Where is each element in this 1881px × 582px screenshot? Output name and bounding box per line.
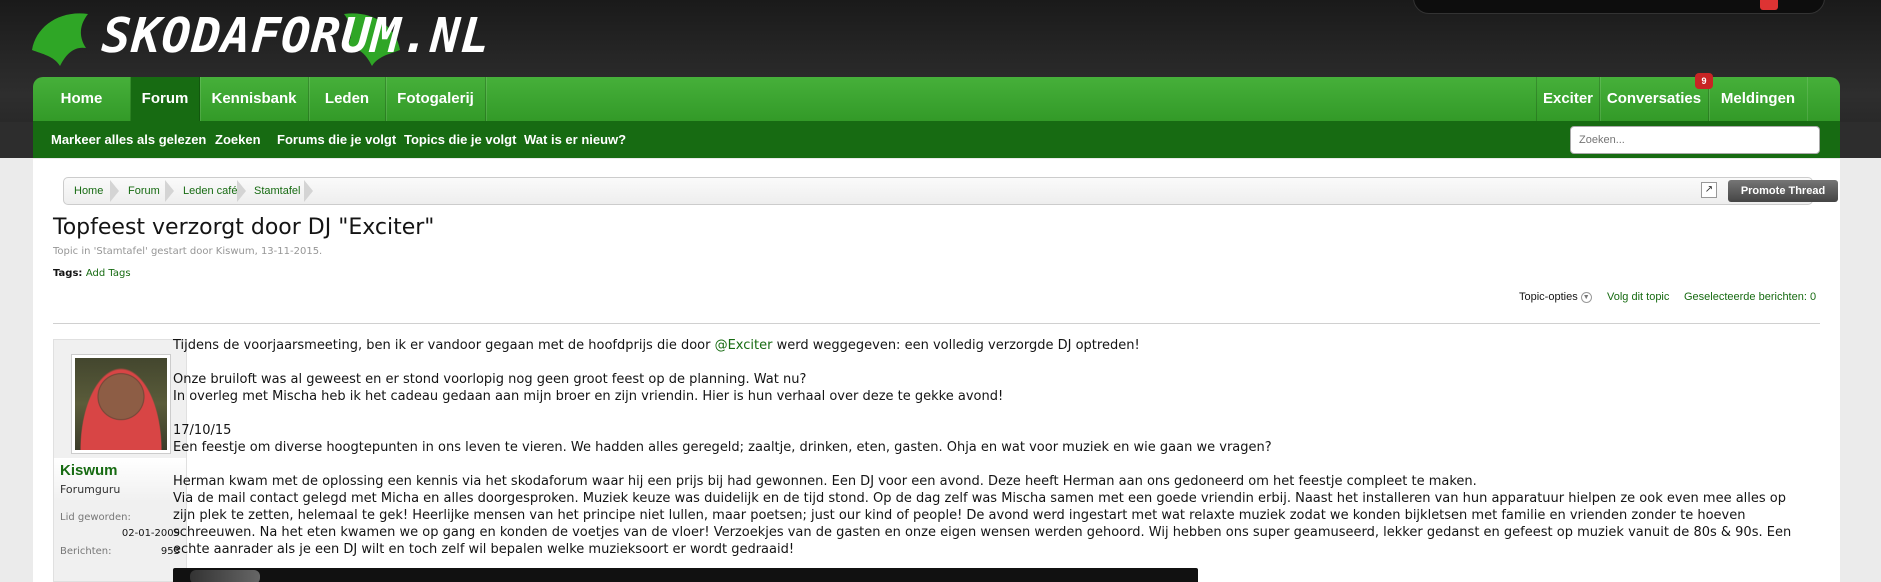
tab-exciter[interactable]: Exciter	[1536, 77, 1600, 121]
promote-thread-button[interactable]: Promote Thread	[1728, 180, 1838, 202]
thread-meta: Topic in 'Stamtafel' gestart door Kiswum…	[53, 246, 323, 257]
text: Tijdens de voorjaarsmeeting, ben ik er v…	[173, 338, 715, 353]
chevron-down-icon: ▼	[1580, 291, 1592, 303]
avatar[interactable]	[71, 354, 171, 454]
tab-forum[interactable]: Forum	[131, 77, 200, 121]
text: werd weggegeven: een volledig verzorgde …	[772, 338, 1140, 353]
message-body: Tijdens de voorjaarsmeeting, ben ik er v…	[173, 337, 1793, 575]
add-tags-link[interactable]: Add Tags	[86, 268, 131, 279]
paragraph: Onze bruiloft was al geweest en er stond…	[173, 371, 1793, 405]
breadcrumb-leden-cafe[interactable]: Leden café	[183, 178, 237, 204]
joined-label: Lid geworden:	[60, 512, 131, 523]
conversations-badge: 9	[1695, 73, 1713, 89]
tab-leden[interactable]: Leden	[309, 77, 386, 121]
main-navigation: Home Forum Kennisbank Leden Fotogalerij …	[33, 73, 1840, 159]
selected-posts-link[interactable]: Geselecteerde berichten: 0	[1684, 287, 1816, 307]
breadcrumb-separator-icon	[110, 178, 122, 204]
text: Herman kwam met de oplossing een kennis …	[173, 474, 1477, 489]
logo-text: SKODAFORUM.NL	[100, 8, 493, 64]
tags-label: Tags:	[53, 268, 83, 279]
topic-options-label: Topic-opties	[1519, 291, 1578, 303]
text: 17/10/15	[173, 423, 232, 438]
embedded-image-highlight	[190, 570, 260, 582]
breadcrumb-stamtafel[interactable]: Stamtafel	[254, 178, 300, 204]
thread-title: Topfeest verzorgt door DJ "Exciter"	[53, 215, 435, 240]
text: Via de mail contact gelegd met Micha en …	[173, 491, 1792, 557]
followed-topics-link[interactable]: Topics die je volgt	[404, 121, 516, 158]
divider	[53, 323, 1820, 324]
breadcrumb-separator-icon	[237, 178, 249, 204]
avatar-image	[75, 358, 167, 450]
whats-new-link[interactable]: Wat is er nieuw?	[524, 121, 626, 158]
search-link[interactable]: Zoeken	[215, 121, 261, 158]
topic-options-button[interactable]: Topic-opties ▼	[1519, 287, 1592, 307]
followed-forums-link[interactable]: Forums die je volgt	[277, 121, 396, 158]
sub-navigation: Markeer alles als gelezen Zoeken Forums …	[33, 121, 1840, 158]
text: Onze bruiloft was al geweest en er stond…	[173, 372, 807, 387]
breadcrumb-forum[interactable]: Forum	[128, 178, 160, 204]
joined-value: 02-01-2009	[121, 528, 180, 539]
user-mention-link[interactable]: @Exciter	[715, 338, 773, 353]
mark-all-read-link[interactable]: Markeer alles als gelezen	[51, 121, 206, 158]
text: In overleg met Mischa heb ik het cadeau …	[173, 389, 1004, 404]
posts-label: Berichten:	[60, 546, 112, 557]
username[interactable]: Kiswum	[60, 462, 118, 479]
breadcrumb: Home Forum Leden café Stamtafel ↗ Promot…	[63, 177, 1838, 205]
tags-row: Tags: Add Tags	[53, 268, 131, 279]
follow-topic-link[interactable]: Volg dit topic	[1607, 287, 1669, 307]
breadcrumb-separator-icon	[304, 178, 316, 204]
paragraph: 17/10/15 Een feestje om diverse hoogtepun…	[173, 422, 1793, 456]
alert-icon[interactable]	[1760, 0, 1778, 10]
search-input[interactable]	[1570, 126, 1820, 154]
tab-home[interactable]: Home	[33, 77, 131, 121]
breadcrumb-home[interactable]: Home	[74, 178, 103, 204]
tab-fotogalerij[interactable]: Fotogalerij	[386, 77, 486, 121]
nav-tabs: Home Forum Kennisbank Leden Fotogalerij …	[33, 73, 1840, 121]
message-user-info: Kiswum Forumguru Lid geworden: 02-01-200…	[53, 339, 187, 582]
paragraph: Tijdens de voorjaarsmeeting, ben ik er v…	[173, 337, 1793, 354]
tab-conversaties[interactable]: Conversaties	[1600, 77, 1709, 121]
text: Een feestje om diverse hoogtepunten in o…	[173, 440, 1272, 455]
tab-kennisbank[interactable]: Kennisbank	[200, 77, 309, 121]
breadcrumb-separator-icon	[165, 178, 177, 204]
user-title: Forumguru	[60, 483, 121, 496]
embedded-image[interactable]	[173, 568, 1198, 582]
tab-meldingen[interactable]: Meldingen	[1709, 77, 1807, 121]
site-logo[interactable]: SKODAFORUM.NL	[30, 4, 493, 70]
jump-to-icon[interactable]: ↗	[1701, 182, 1717, 198]
paragraph: Herman kwam met de oplossing een kennis …	[173, 473, 1793, 558]
